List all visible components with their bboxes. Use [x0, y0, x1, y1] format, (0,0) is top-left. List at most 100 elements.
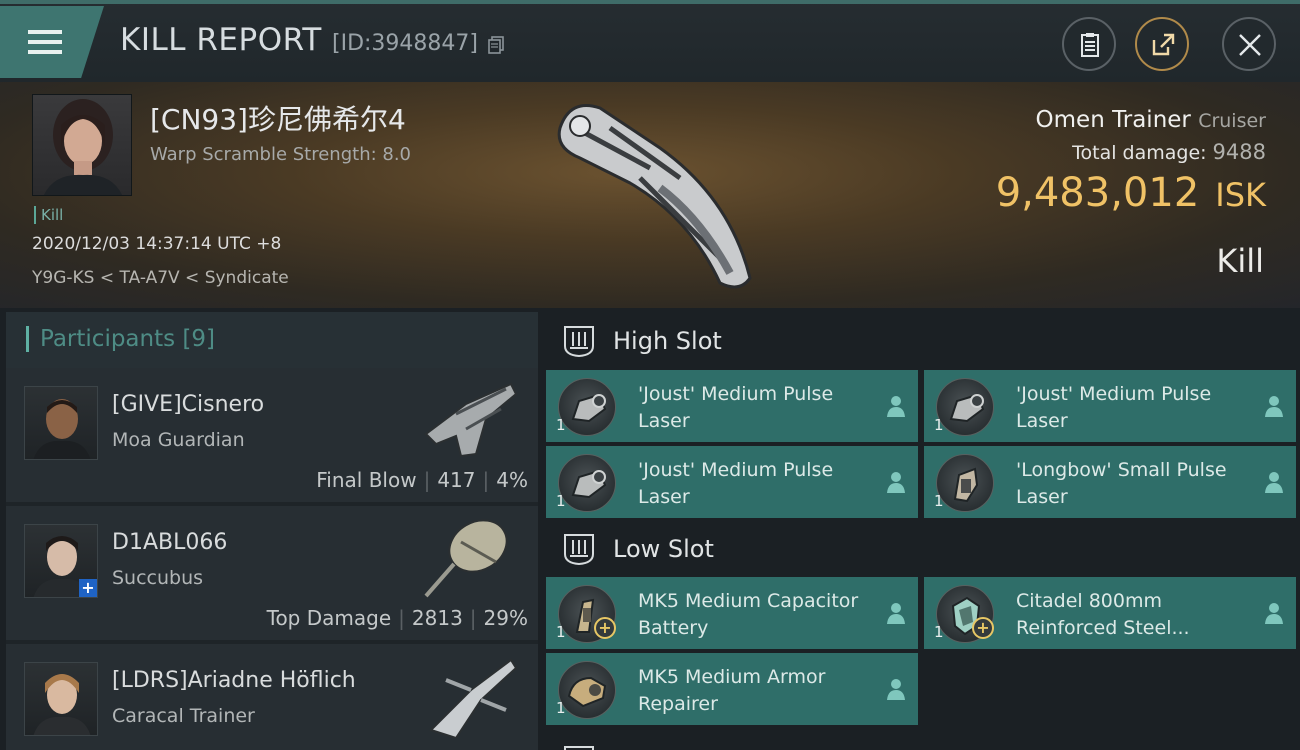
low-slot-icon: [564, 534, 594, 566]
module-item[interactable]: + 1 Citadel 800mm Reinforced Steel...: [924, 577, 1296, 649]
kill-tag: Kill: [34, 206, 63, 224]
plus-badge-icon: +: [79, 579, 97, 597]
module-quantity: 1: [556, 492, 566, 510]
person-icon: [1265, 396, 1283, 417]
add-icon: +: [594, 617, 616, 639]
low-slot-header: Low Slot: [548, 520, 1300, 578]
menu-icon-bar: [28, 50, 62, 54]
menu-icon-bar: [28, 40, 62, 44]
participants-title: Participants [9]: [40, 326, 215, 352]
isk-loss: 9,483,012 ISK: [996, 170, 1266, 216]
participants-count: [9]: [182, 326, 216, 352]
avatar[interactable]: [24, 386, 98, 460]
add-icon: +: [972, 617, 994, 639]
participant-role: Final Blow: [316, 468, 417, 492]
participants-tick: [26, 326, 29, 352]
victim-avatar-image: [44, 99, 122, 195]
low-slot-label: Low Slot: [613, 535, 714, 563]
person-icon: [887, 603, 905, 624]
participant-ship: Caracal Trainer: [112, 705, 255, 727]
participant-row[interactable]: + D1ABL066 Succubus Top Damage | 2813 | 29%: [6, 506, 538, 640]
module-quantity: 1: [934, 623, 944, 641]
module-name: MK5 Medium Capacitor Battery: [638, 590, 859, 639]
module-name: 'Joust' Medium Pulse Laser: [1016, 383, 1212, 432]
stats-separator: |: [423, 468, 431, 492]
module-item[interactable]: 1 'Joust' Medium Pulse Laser: [546, 446, 918, 518]
person-icon: [1265, 603, 1283, 624]
participant-ship: Moa Guardian: [112, 429, 245, 451]
kill-timestamp: 2020/12/03 14:37:14 UTC +8: [32, 234, 282, 254]
menu-button[interactable]: [0, 6, 104, 78]
module-quantity: 1: [556, 623, 566, 641]
top-bar: KILL REPORT [ID:3948847]: [0, 0, 1300, 82]
participant-ship: Succubus: [112, 567, 204, 589]
participant-percent: 4%: [496, 468, 528, 492]
victim-portrait[interactable]: [32, 94, 132, 196]
participant-name: [LDRS]Ariadne Höflich: [112, 668, 356, 693]
isk-value: 9,483,012: [995, 170, 1200, 216]
copy-icon[interactable]: [488, 36, 504, 54]
person-icon: [887, 396, 905, 417]
victim-name[interactable]: [CN93]珍尼佛希尔4: [150, 98, 406, 138]
participant-row[interactable]: [GIVE]Cisnero Moa Guardian Final Blow | 41…: [6, 368, 538, 502]
high-slot-icon: [564, 326, 594, 358]
module-item[interactable]: 1 'Joust' Medium Pulse Laser: [924, 370, 1296, 442]
clipboard-button[interactable]: [1062, 17, 1116, 71]
participant-ship-image: [429, 658, 518, 738]
module-item[interactable]: 1 'Longbow' Small Pulse Laser: [924, 446, 1296, 518]
module-name: 'Joust' Medium Pulse Laser: [638, 383, 834, 432]
clipboard-icon: [1081, 33, 1099, 57]
small-pulse-laser-icon: [936, 454, 994, 512]
participant-stats: Final Blow | 417 | 4%: [316, 468, 528, 492]
module-quantity: 1: [556, 416, 566, 434]
total-damage: Total damage: 9488: [1072, 140, 1266, 164]
share-icon: [1152, 33, 1175, 56]
participant-ship-image: [424, 382, 518, 458]
participant-percent: 29%: [483, 606, 528, 630]
module-quantity: 1: [556, 699, 566, 717]
participant-row[interactable]: [LDRS]Ariadne Höflich Caracal Trainer: [6, 644, 538, 750]
victim-ship-class: Cruiser: [1198, 110, 1266, 132]
armor-repairer-icon: [558, 661, 616, 719]
top-accent-line: [0, 0, 1300, 4]
high-slot-header: High Slot: [548, 312, 1300, 370]
person-icon: [887, 472, 905, 493]
participant-stats: Top Damage | 2813 | 29%: [267, 606, 528, 630]
avatar[interactable]: [24, 662, 98, 736]
module-name: 'Longbow' Small Pulse Laser: [1016, 459, 1227, 508]
pulse-laser-icon: [558, 378, 616, 436]
person-icon: [887, 679, 905, 700]
participants-header: Participants [9]: [6, 312, 538, 368]
victim-ship-name: Omen Trainer: [1035, 107, 1191, 133]
module-quantity: 1: [934, 416, 944, 434]
module-quantity: 1: [934, 492, 944, 510]
high-slot-label: High Slot: [613, 327, 722, 355]
participants-label: Participants: [40, 326, 176, 352]
total-damage-value: 9488: [1212, 140, 1266, 164]
participants-panel: Participants [9] [GIVE]Cisnero Moa Guard…: [6, 312, 538, 750]
kill-result: Kill: [1216, 242, 1264, 280]
module-item[interactable]: + 1 MK5 Medium Capacitor Battery: [546, 577, 918, 649]
module-name: MK5 Medium Armor Repairer: [638, 666, 826, 715]
isk-unit: ISK: [1215, 176, 1266, 214]
share-button[interactable]: [1135, 17, 1189, 71]
pulse-laser-icon: [558, 454, 616, 512]
victim-ship-image: [557, 104, 752, 289]
module-item[interactable]: 1 MK5 Medium Armor Repairer: [546, 653, 918, 725]
pulse-laser-icon: [936, 378, 994, 436]
participant-name: [GIVE]Cisnero: [112, 392, 265, 417]
victim-ship[interactable]: Omen Trainer Cruiser: [1036, 107, 1266, 133]
avatar[interactable]: +: [24, 524, 98, 598]
participant-name: D1ABL066: [112, 530, 228, 555]
close-button[interactable]: [1222, 17, 1276, 71]
person-icon: [1265, 472, 1283, 493]
warp-scramble-strength: Warp Scramble Strength: 8.0: [150, 144, 412, 165]
pilot-avatar-image: [33, 674, 91, 735]
participant-damage: 417: [437, 468, 476, 492]
module-name: Citadel 800mm Reinforced Steel...: [1016, 590, 1190, 639]
close-icon: [1239, 34, 1261, 56]
participant-damage: 2813: [411, 606, 463, 630]
next-slot-header: [548, 732, 1300, 750]
module-item[interactable]: 1 'Joust' Medium Pulse Laser: [546, 370, 918, 442]
menu-icon: [28, 30, 62, 34]
